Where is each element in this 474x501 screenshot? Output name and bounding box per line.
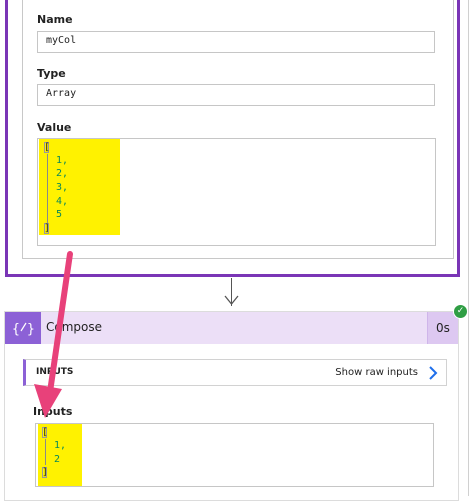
svg-text:}: }	[27, 322, 35, 337]
inputs-section-header[interactable]: INPUTS Show raw inputs	[23, 359, 447, 386]
code-item: 5	[56, 209, 63, 220]
code-item: 3,	[56, 182, 69, 193]
value-label: Value	[37, 121, 72, 134]
duration-badge: 0s	[427, 312, 458, 344]
compose-header[interactable]: { } Compose 0s	[5, 312, 458, 344]
inputs-field: [ 1, 2 ]	[35, 423, 434, 487]
arrow-down-icon	[224, 295, 239, 306]
code-close-bracket: ]	[42, 467, 49, 478]
compose-icon: { }	[5, 312, 41, 344]
inputs-label: Inputs	[33, 405, 73, 418]
chevron-right-icon[interactable]	[428, 366, 438, 380]
name-label: Name	[37, 13, 73, 26]
curly-braces-icon: { }	[12, 322, 35, 337]
type-field[interactable]: Array	[37, 84, 435, 106]
show-raw-inputs-link[interactable]: Show raw inputs	[335, 367, 418, 378]
code-item: 2,	[56, 168, 69, 179]
highlight-marker	[39, 139, 120, 235]
value-field[interactable]: [ 1, 2, 3, 4, 5 ]	[37, 138, 436, 246]
compose-action-card[interactable]: { } Compose 0s INPUTS Show raw inputs In…	[4, 311, 459, 501]
code-item: 1,	[56, 155, 69, 166]
success-check-icon: ✓	[453, 304, 468, 319]
code-open-bracket: [	[42, 427, 49, 438]
variable-details-panel: Name myCol Type Array Value [ 1, 2, 3, 4…	[22, 0, 454, 259]
indent-guide	[45, 439, 46, 465]
code-item: 1,	[54, 440, 67, 451]
page-right-border	[468, 0, 469, 496]
inputs-section-title: INPUTS	[36, 367, 74, 377]
code-close-bracket: ]	[44, 223, 51, 234]
initialize-variable-card: Name myCol Type Array Value [ 1, 2, 3, 4…	[5, 0, 460, 277]
indent-guide	[47, 154, 48, 224]
compose-title: Compose	[46, 320, 103, 334]
name-field[interactable]: myCol	[37, 31, 435, 53]
code-item: 2	[54, 454, 61, 465]
type-label: Type	[37, 67, 66, 80]
code-item: 4,	[56, 196, 69, 207]
code-open-bracket: [	[44, 142, 51, 153]
svg-text:{: {	[12, 322, 20, 337]
